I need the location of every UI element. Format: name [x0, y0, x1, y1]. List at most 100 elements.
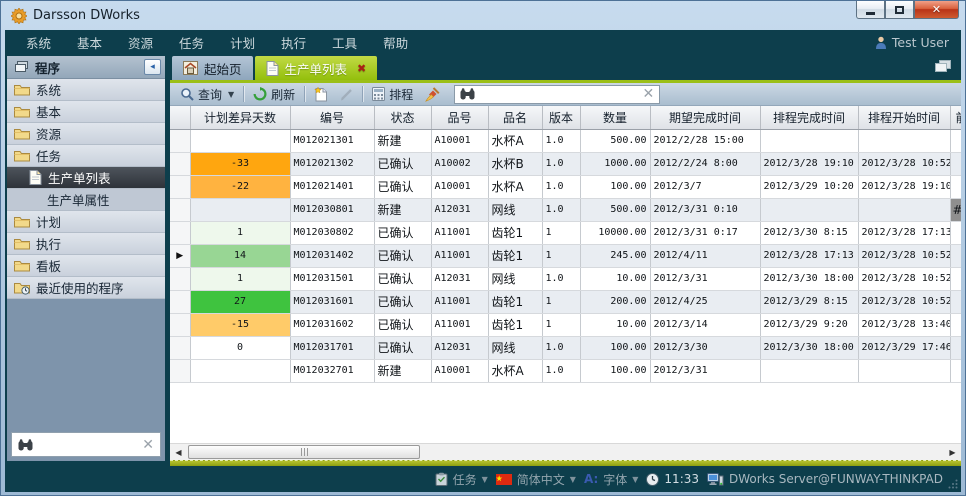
cell-extra[interactable] [950, 244, 961, 267]
cell-extra[interactable] [950, 221, 961, 244]
table-row[interactable]: 1M012030802已确认A11001齿轮1110000.002012/3/3… [170, 221, 961, 244]
grid-search-input[interactable] [480, 87, 637, 101]
cell-due[interactable]: 2012/4/11 [650, 244, 760, 267]
cell-sched_end[interactable]: 2012/3/28 19:10 [760, 152, 858, 175]
cell-version[interactable]: 1.0 [542, 336, 580, 359]
sidebar-item[interactable]: 基本 [7, 101, 165, 123]
cell-item_name[interactable]: 网线 [488, 336, 542, 359]
table-row[interactable]: M012032701新建A10001水杯A1.0100.002012/3/31 [170, 359, 961, 382]
cell-due[interactable]: 2012/3/7 [650, 175, 760, 198]
menu-item[interactable]: 执行 [268, 30, 319, 54]
tab-close-icon[interactable]: ✖ [357, 62, 366, 75]
sidebar-item[interactable]: 执行 [7, 233, 165, 255]
table-row[interactable]: M012021301新建A10001水杯A1.0500.002012/2/28 … [170, 129, 961, 152]
cell-sched_end[interactable]: 2012/3/29 10:20 [760, 175, 858, 198]
cell-qty[interactable]: 500.00 [580, 198, 650, 221]
tab-home[interactable]: 起始页 [172, 56, 253, 80]
cell-due[interactable]: 2012/4/25 [650, 290, 760, 313]
cell-status[interactable]: 已确认 [374, 175, 431, 198]
cell-diff[interactable]: -33 [190, 152, 290, 175]
cell-diff[interactable] [190, 129, 290, 152]
cell-item_name[interactable]: 水杯A [488, 175, 542, 198]
cell-item_no[interactable]: A10001 [431, 175, 488, 198]
cell-diff[interactable]: 1 [190, 221, 290, 244]
cell-version[interactable]: 1.0 [542, 152, 580, 175]
cell-marker[interactable] [170, 359, 190, 382]
scroll-right-icon[interactable]: ▶ [944, 444, 961, 460]
cell-version[interactable]: 1.0 [542, 198, 580, 221]
cell-marker[interactable] [170, 267, 190, 290]
cell-sched_start[interactable]: 2012/3/28 10:52 [858, 290, 950, 313]
column-header-status[interactable]: 状态 [374, 106, 431, 129]
cell-sched_end[interactable] [760, 359, 858, 382]
cell-code[interactable]: M012031402 [290, 244, 374, 267]
cell-item_no[interactable]: A12031 [431, 198, 488, 221]
cell-due[interactable]: 2012/3/14 [650, 313, 760, 336]
column-header-code[interactable]: 编号 [290, 106, 374, 129]
sidebar-item[interactable]: 生产单属性 [7, 189, 165, 211]
menu-item[interactable]: 系统 [13, 30, 64, 54]
cell-code[interactable]: M012032701 [290, 359, 374, 382]
cell-item_name[interactable]: 水杯B [488, 152, 542, 175]
menu-item[interactable]: 基本 [64, 30, 115, 54]
cell-status[interactable]: 已确认 [374, 336, 431, 359]
query-button[interactable]: 查询 ▼ [174, 84, 240, 104]
cell-diff[interactable]: 1 [190, 267, 290, 290]
cell-code[interactable]: M012031501 [290, 267, 374, 290]
sidebar-search-input[interactable] [39, 438, 136, 452]
menu-item[interactable]: 帮助 [370, 30, 421, 54]
cell-sched_end[interactable] [760, 129, 858, 152]
cell-code[interactable]: M012031601 [290, 290, 374, 313]
cell-qty[interactable]: 100.00 [580, 175, 650, 198]
cell-item_name[interactable]: 齿轮1 [488, 290, 542, 313]
cell-sched_start[interactable]: 2012/3/28 10:52 [858, 244, 950, 267]
cell-due[interactable]: 2012/3/31 0:10 [650, 198, 760, 221]
sidebar-item[interactable]: 任务 [7, 145, 165, 167]
column-header-version[interactable]: 版本 [542, 106, 580, 129]
cell-item_no[interactable]: A10002 [431, 152, 488, 175]
cell-code[interactable]: M012030802 [290, 221, 374, 244]
cell-sched_end[interactable]: 2012/3/30 18:00 [760, 267, 858, 290]
cell-due[interactable]: 2012/3/30 [650, 336, 760, 359]
cell-diff[interactable] [190, 359, 290, 382]
cell-sched_end[interactable]: 2012/3/28 17:13 [760, 244, 858, 267]
cell-qty[interactable]: 10.00 [580, 267, 650, 290]
cell-sched_start[interactable] [858, 359, 950, 382]
column-header-diff[interactable]: 计划差异天数 [190, 106, 290, 129]
cell-qty[interactable]: 500.00 [580, 129, 650, 152]
cell-diff[interactable]: 27 [190, 290, 290, 313]
cell-status[interactable]: 新建 [374, 359, 431, 382]
cell-item_name[interactable]: 水杯A [488, 129, 542, 152]
cell-sched_end[interactable]: 2012/3/30 18:00 [760, 336, 858, 359]
cell-qty[interactable]: 1000.00 [580, 152, 650, 175]
table-row[interactable]: M012030801新建A12031网线1.0500.002012/3/31 0… [170, 198, 961, 221]
cell-version[interactable]: 1 [542, 290, 580, 313]
cell-item_name[interactable]: 水杯A [488, 359, 542, 382]
table-row[interactable]: ▶14M012031402已确认A11001齿轮11245.002012/4/1… [170, 244, 961, 267]
table-row[interactable]: 27M012031601已确认A11001齿轮11200.002012/4/25… [170, 290, 961, 313]
cell-due[interactable]: 2012/3/31 [650, 267, 760, 290]
cell-due[interactable]: 2012/3/31 0:17 [650, 221, 760, 244]
sidebar-item[interactable]: 生产单列表 [7, 167, 165, 189]
cell-status[interactable]: 已确认 [374, 244, 431, 267]
cell-diff[interactable]: 0 [190, 336, 290, 359]
cell-item_name[interactable]: 齿轮1 [488, 221, 542, 244]
cell-version[interactable]: 1.0 [542, 175, 580, 198]
cell-version[interactable]: 1.0 [542, 267, 580, 290]
cell-sched_end[interactable]: 2012/3/29 9:20 [760, 313, 858, 336]
cell-code[interactable]: M012030801 [290, 198, 374, 221]
sidebar-item[interactable]: 看板 [7, 255, 165, 277]
scrollbar-thumb[interactable] [188, 445, 420, 459]
cell-marker[interactable] [170, 129, 190, 152]
cell-status[interactable]: 已确认 [374, 267, 431, 290]
sidebar-item[interactable]: 系统 [7, 79, 165, 101]
cell-version[interactable]: 1.0 [542, 129, 580, 152]
cell-version[interactable]: 1.0 [542, 359, 580, 382]
cell-code[interactable]: M012031701 [290, 336, 374, 359]
cell-status[interactable]: 已确认 [374, 313, 431, 336]
table-row[interactable]: 0M012031701已确认A12031网线1.0100.002012/3/30… [170, 336, 961, 359]
cell-version[interactable]: 1 [542, 313, 580, 336]
cell-status[interactable]: 已确认 [374, 221, 431, 244]
cell-item_name[interactable]: 齿轮1 [488, 313, 542, 336]
status-task-menu[interactable]: 任务 ▼ [435, 471, 488, 488]
